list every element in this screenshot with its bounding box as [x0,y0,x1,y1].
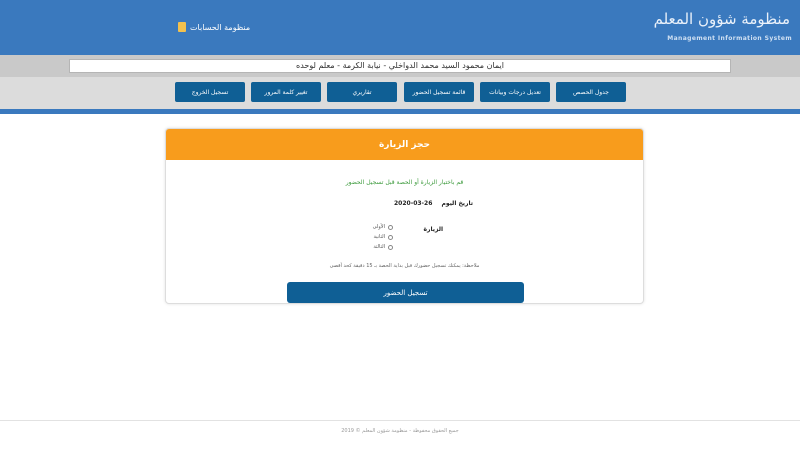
visit-option-1[interactable]: الأولى [373,223,393,231]
brand-link[interactable]: منظومة الحسابات [178,20,250,34]
info-message: قم باختيار الزيارة أو الحصة قبل تسجيل ال… [345,179,464,186]
folder-icon [178,22,186,32]
change-password-button[interactable]: تغيير كلمة المرور [251,82,321,102]
app-header: منظومة شؤون المعلم Management Informatio… [0,0,800,55]
visit-option-label: الثانية [373,234,385,240]
edit-grades-button[interactable]: تعديل درجات وبيانات [480,82,550,102]
visit-option-label: الثالثة [373,244,385,250]
radio-icon[interactable] [388,244,393,250]
app-title: منظومة شؤون المعلم [653,10,790,28]
date-value: 2020-03-26 [394,200,433,207]
reports-button[interactable]: تقاريري [327,82,397,102]
logout-button[interactable]: تسجيل الخروج [175,82,245,102]
schedule-button[interactable]: جدول الحصص [556,82,626,102]
user-info-bar: ايمان محمود السيد محمد الدواخلي - نيابة … [0,55,800,77]
footer-text: جميع الحقوق محفوظة - منظومة شؤون المعلم … [341,428,459,434]
brand-link-label: منظومة الحسابات [190,22,251,32]
visit-label: الزيارة [423,226,443,233]
footer-divider [0,420,800,421]
radio-icon[interactable] [388,224,393,230]
nav-divider [0,109,800,114]
visit-option-3[interactable]: الثالثة [373,243,393,251]
date-label: تاريخ اليوم [441,200,473,207]
attendance-list-button[interactable]: قائمة تسجيل الحضور [404,82,474,102]
radio-icon[interactable] [388,234,393,240]
app-subtitle: Management Information System [667,35,792,42]
visit-booking-card: حجز الزيارة قم باختيار الزيارة أو الحصة … [165,128,644,304]
visit-option-2[interactable]: الثانية [373,233,393,241]
visit-option-label: الأولى [372,224,385,230]
main-navigation: تسجيل الخروج تغيير كلمة المرور تقاريري ق… [0,77,800,109]
user-info-text: ايمان محمود السيد محمد الدواخلي - نيابة … [69,59,731,73]
submit-attendance-button[interactable]: تسجيل الحضور [287,282,524,303]
card-title: حجز الزيارة [166,129,643,160]
note-text: ملاحظة: يمكنك تسجيل حضورك قبل بداية الحص… [329,263,480,269]
